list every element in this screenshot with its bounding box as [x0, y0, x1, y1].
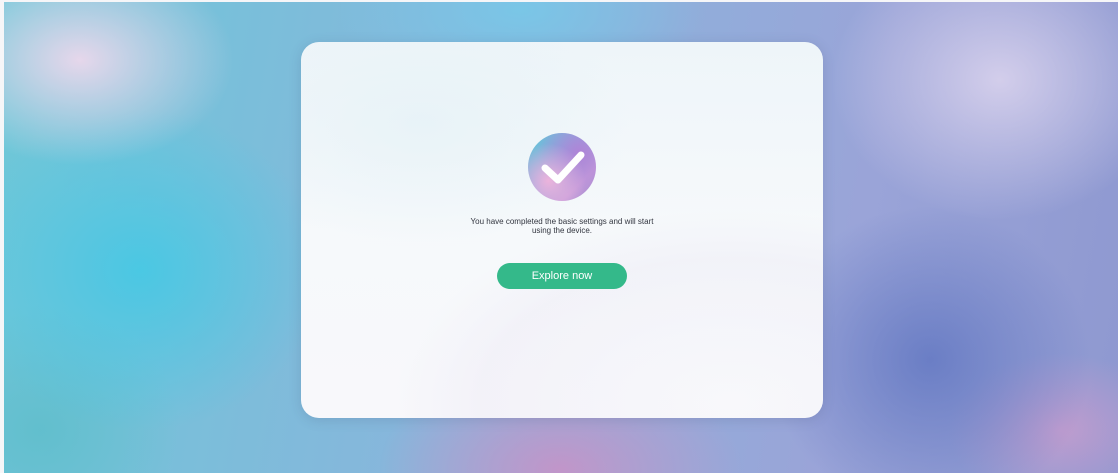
setup-complete-dialog: You have completed the basic settings an…	[301, 42, 823, 418]
explore-now-button[interactable]: Explore now	[497, 263, 627, 289]
check-circle-icon	[528, 133, 596, 201]
checkmark-icon	[541, 151, 585, 184]
completion-message: You have completed the basic settings an…	[470, 217, 654, 235]
